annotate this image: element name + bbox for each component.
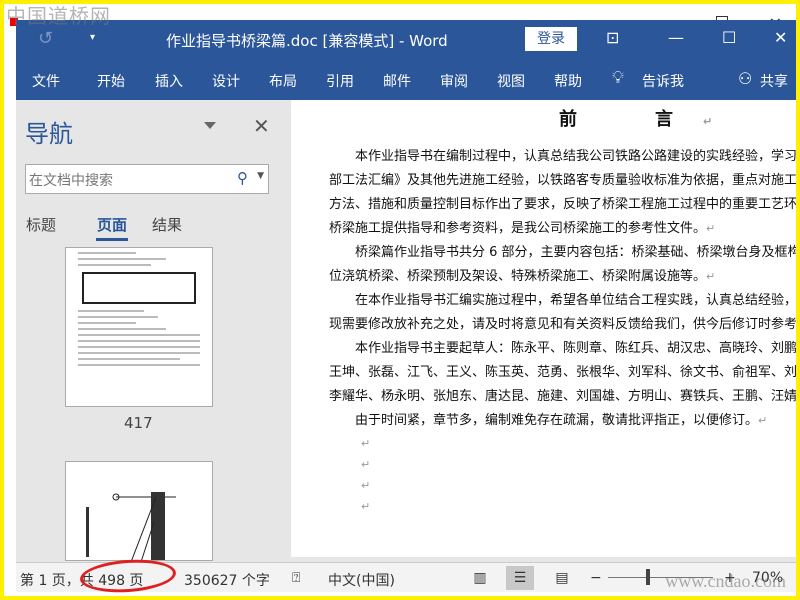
page-thumbnail-417[interactable]	[65, 247, 213, 407]
maximize-icon[interactable]: ☐	[722, 28, 736, 47]
login-button[interactable]: 登录	[525, 27, 577, 51]
nav-options-icon[interactable]	[204, 122, 216, 129]
tab-mailings[interactable]: 邮件	[383, 71, 411, 91]
word-window: ↺ ▾ 作业指导书桥梁篇.doc [兼容模式] - Word 登录 ⊡ — ☐ …	[16, 20, 796, 596]
tab-help[interactable]: 帮助	[554, 71, 582, 91]
navigation-pane: 导航 ✕ 在文档中搜索 ⚲ ▼ 标题 页面 结果 417	[16, 100, 290, 561]
share-button[interactable]: 共享	[760, 71, 788, 91]
document-body: 本作业指导书在编制过程中，认真总结我公司铁路公路建设的实践经验，学习和借 部工法…	[329, 145, 796, 517]
nav-search-input[interactable]: 在文档中搜索 ⚲ ▼	[25, 164, 269, 194]
tab-layout[interactable]: 布局	[269, 71, 297, 91]
watermark-url: www.cndao.com	[665, 571, 786, 591]
read-mode-icon[interactable]: ▥	[466, 566, 494, 590]
page-number-label: 417	[124, 414, 153, 432]
document-page[interactable]: 前 言↵ 本作业指导书在编制过程中，认真总结我公司铁路公路建设的实践经验，学习和…	[291, 100, 796, 557]
page-thumbnail-418[interactable]	[65, 461, 213, 561]
nav-title: 导航	[25, 120, 73, 148]
language-indicator[interactable]: 中文(中国)	[328, 570, 395, 590]
text-line: 现需要修改放补充之处，请及时将意见和有关资料反馈给我们，供今后修订时参考。↵	[329, 317, 796, 332]
tab-review[interactable]: 审阅	[440, 71, 468, 91]
text-line: 本作业指导书在编制过程中，认真总结我公司铁路公路建设的实践经验，学习和借	[329, 149, 796, 164]
tell-me-button[interactable]: 告诉我	[642, 71, 684, 91]
proofing-icon[interactable]: ⍰	[292, 570, 300, 586]
web-layout-icon[interactable]: ▤	[548, 566, 576, 590]
red-highlight-circle	[79, 556, 177, 596]
text-line: 在本作业指导书汇编实施过程中，希望各单位结合工程实践，认真总结经验，积累	[329, 293, 796, 308]
text-line: 王坤、张磊、江飞、王义、陈玉英、范勇、张根华、刘军科、徐文书、俞祖军、刘小野	[329, 365, 796, 380]
document-heading: 前 言↵	[559, 109, 743, 130]
chevron-down-icon[interactable]: ▼	[257, 171, 264, 181]
tab-design[interactable]: 设计	[212, 71, 240, 91]
tab-insert[interactable]: 插入	[155, 71, 183, 91]
person-icon: ⚇	[738, 69, 753, 88]
title-bar: ↺ ▾ 作业指导书桥梁篇.doc [兼容模式] - Word 登录 ⊡ — ☐ …	[16, 20, 796, 60]
lightbulb-icon: 💡︎	[612, 68, 624, 88]
text-line: 桥梁篇作业指导书共分 6 部分，主要内容包括：桥梁基础、桥梁墩台身及框构、桥	[329, 245, 796, 260]
text-line: 本作业指导书主要起草人：陈永平、陈则章、陈红兵、胡汉忠、高晓玲、刘鹏、赵	[329, 341, 796, 356]
nav-tab-headings[interactable]: 标题	[26, 214, 56, 235]
screen: 中国道桥网 www.cndao.com ✕ ↺ ▾ 作业指导书桥梁篇.doc […	[4, 4, 796, 596]
word-count[interactable]: 350627 个字	[184, 570, 270, 590]
search-icon[interactable]: ⚲	[237, 169, 248, 187]
tab-view[interactable]: 视图	[497, 71, 525, 91]
nav-close-icon[interactable]: ✕	[253, 114, 270, 138]
text-line: 部工法汇编》及其他先进施工经验，以铁路客专质量验收标准为依据，重点对施工过程	[329, 173, 796, 188]
paragraph-marks: ↵ ↵ ↵ ↵	[361, 437, 371, 513]
window-title: 作业指导书桥梁篇.doc [兼容模式] - Word	[166, 32, 448, 50]
text-line: 方法、措施和质量控制目标作出了要求，反映了桥梁工程施工过程中的重要工艺环节，	[329, 197, 796, 212]
ribbon-tabs: 文件 开始 插入 设计 布局 引用 邮件 审阅 视图 帮助 💡︎ 告诉我 ⚇ 共…	[16, 60, 796, 100]
zoom-out-button[interactable]: −	[590, 570, 602, 586]
tab-home[interactable]: 开始	[97, 71, 125, 91]
text-line: 由于时间紧，章节多，编制难免存在疏漏，敬请批评指正，以便修订。↵	[329, 413, 768, 428]
nav-tab-pages[interactable]: 页面	[97, 214, 127, 235]
text-line: 位浇筑桥梁、桥梁预制及架设、特殊桥梁施工、桥梁附属设施等。↵	[329, 269, 716, 284]
quick-access-dropdown-icon[interactable]: ▾	[90, 32, 95, 43]
tab-references[interactable]: 引用	[326, 71, 354, 91]
search-placeholder: 在文档中搜索	[29, 173, 113, 189]
ribbon-display-icon[interactable]: ⊡	[606, 28, 619, 47]
active-tab-indicator	[96, 238, 128, 241]
watermark-logo: 中国道桥网	[6, 4, 111, 28]
text-line: 桥梁施工提供指导和参考资料，是我公司桥梁施工的参考性文件。↵	[329, 221, 716, 236]
close-icon[interactable]: ✕	[774, 28, 787, 47]
undo-icon[interactable]: ↺	[38, 28, 53, 49]
text-line: 李耀华、杨永明、张旭东、唐达昆、施建、刘国雄、方明山、赛铁兵、王鹏、汪婧。↵	[329, 389, 796, 404]
nav-tab-results[interactable]: 结果	[152, 214, 182, 235]
print-layout-icon[interactable]: ☰	[506, 566, 534, 590]
zoom-slider-handle[interactable]	[646, 569, 650, 585]
minimize-icon[interactable]: —	[668, 28, 684, 47]
tab-file[interactable]: 文件	[32, 71, 60, 91]
